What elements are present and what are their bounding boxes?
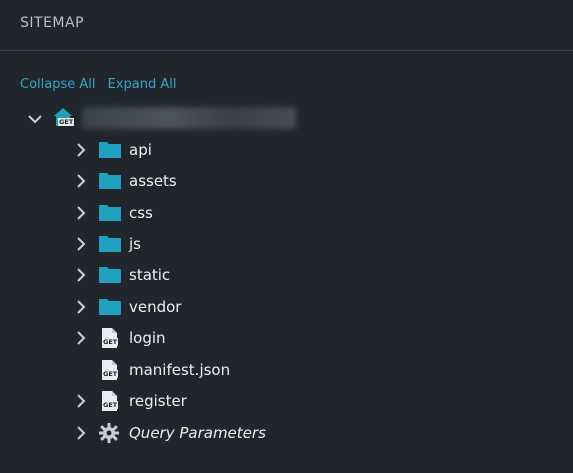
- sitemap-header: SITEMAP: [0, 0, 573, 51]
- tree-item[interactable]: Query Parameters: [0, 420, 573, 446]
- chevron-right-icon[interactable]: [70, 264, 92, 286]
- tree-item[interactable]: js: [0, 231, 573, 257]
- home-icon: GET: [52, 107, 76, 129]
- chevron-right-icon[interactable]: [70, 202, 92, 224]
- folder-icon: [98, 170, 122, 192]
- get-badge: GET: [102, 401, 119, 409]
- file-get-icon: GET: [98, 327, 122, 349]
- chevron-right-icon[interactable]: [70, 327, 92, 349]
- tree-item-label: login: [129, 329, 166, 347]
- tree-item-label: js: [129, 235, 141, 253]
- gear-icon: [98, 422, 122, 444]
- sitemap-title: SITEMAP: [20, 15, 85, 31]
- collapse-all-link[interactable]: Collapse All: [20, 77, 96, 92]
- tree-item-label: api: [129, 141, 152, 159]
- chevron-right-icon[interactable]: [70, 233, 92, 255]
- chevron-right-icon[interactable]: [70, 422, 92, 444]
- folder-icon: [98, 264, 122, 286]
- tree-item-label: Query Parameters: [129, 424, 266, 442]
- tree-item[interactable]: assets: [0, 168, 573, 194]
- tree-item[interactable]: static: [0, 262, 573, 288]
- get-badge: GET: [58, 118, 75, 126]
- chevron-right-icon[interactable]: [70, 139, 92, 161]
- chevron-right-icon[interactable]: [70, 170, 92, 192]
- tree-item-label: vendor: [129, 298, 182, 316]
- tree-item[interactable]: vendor: [0, 294, 573, 320]
- chevron-right-icon[interactable]: [70, 296, 92, 318]
- tree-item-label: assets: [129, 172, 177, 190]
- tree-item[interactable]: GET manifest.json: [0, 357, 573, 383]
- tree-item[interactable]: api: [0, 137, 573, 163]
- tree-item-label: static: [129, 266, 171, 284]
- redacted-url: [82, 107, 296, 129]
- file-get-icon: GET: [98, 390, 122, 412]
- folder-icon: [98, 296, 122, 318]
- folder-icon: [98, 202, 122, 224]
- tree-item-label: register: [129, 392, 187, 410]
- tree-item[interactable]: GET login: [0, 325, 573, 351]
- tree-item-label: css: [129, 204, 153, 222]
- chevron-down-icon[interactable]: [24, 108, 46, 130]
- tree-actions: Collapse All Expand All: [20, 77, 185, 92]
- tree-item[interactable]: GET register: [0, 388, 573, 414]
- get-badge: GET: [102, 338, 119, 346]
- tree-item-label: manifest.json: [129, 361, 231, 379]
- get-badge: GET: [102, 370, 119, 378]
- file-get-icon: GET: [98, 359, 122, 381]
- expand-all-link[interactable]: Expand All: [108, 77, 177, 92]
- tree-item[interactable]: css: [0, 200, 573, 226]
- chevron-right-icon[interactable]: [70, 390, 92, 412]
- folder-icon: [98, 233, 122, 255]
- folder-icon: [98, 139, 122, 161]
